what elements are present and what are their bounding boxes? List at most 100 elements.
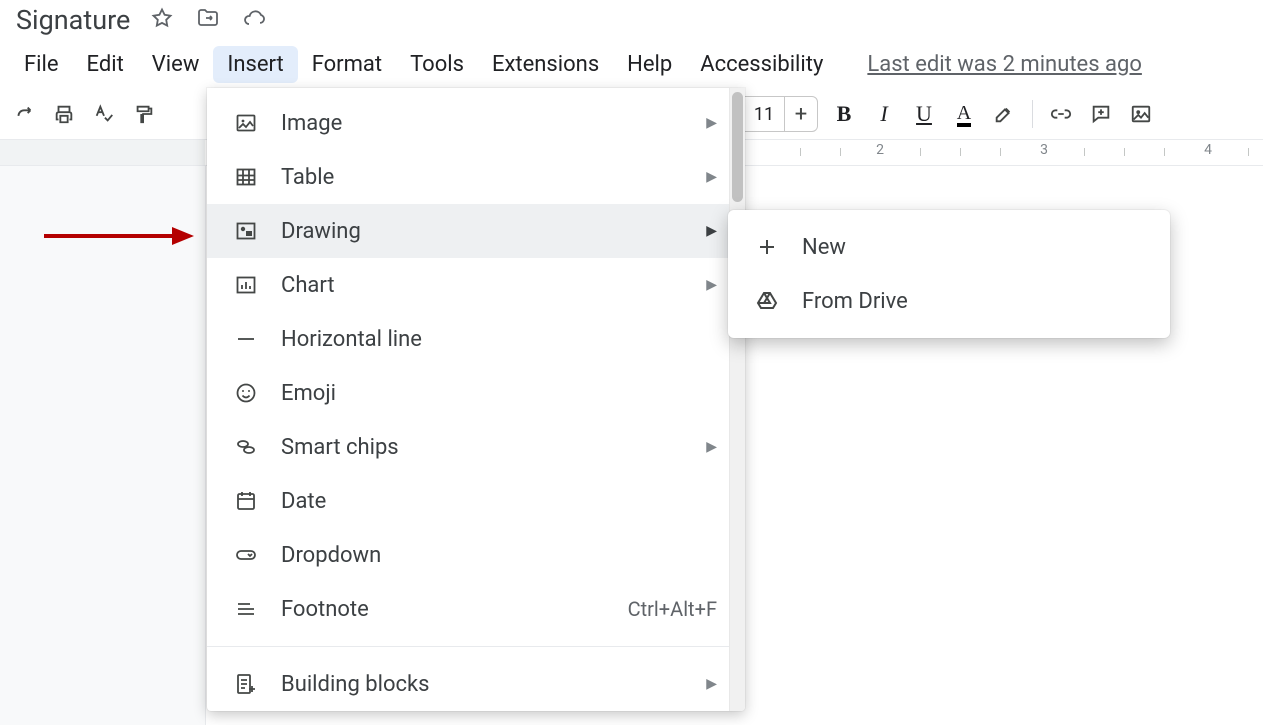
ruler-left-margin [0,140,205,165]
insert-drawing-item[interactable]: Drawing ▶ [207,204,745,258]
spellcheck-button[interactable] [84,94,124,134]
bold-button[interactable]: B [824,94,864,134]
menu-tools[interactable]: Tools [396,46,478,83]
insert-image-button[interactable] [1121,94,1161,134]
building-blocks-icon [233,671,259,697]
insert-link-button[interactable] [1041,94,1081,134]
menu-view[interactable]: View [138,46,214,83]
chevron-right-icon: ▶ [706,676,717,692]
menu-accessibility[interactable]: Accessibility [686,46,837,83]
italic-button[interactable]: I [864,94,904,134]
chevron-right-icon: ▶ [706,169,717,185]
footnote-icon [233,596,259,622]
menu-bar: File Edit View Insert Format Tools Exten… [0,40,1263,88]
image-icon [233,110,259,136]
toolbar-separator [1032,100,1033,128]
font-size-increase[interactable]: + [785,96,817,132]
insert-hline-item[interactable]: Horizontal line [207,312,745,366]
insert-chart-label: Chart [281,273,335,298]
ruler-mark-2: 2 [876,142,884,158]
ruler-tick [1248,148,1249,156]
bold-glyph: B [837,101,852,127]
plus-icon [754,234,780,260]
italic-glyph: I [880,101,887,127]
insert-building-blocks-label: Building blocks [281,672,430,697]
drawing-submenu: New From Drive [728,210,1170,338]
menu-extensions[interactable]: Extensions [478,46,613,83]
insert-footnote-label: Footnote [281,597,369,622]
ruler-tick [1164,148,1165,156]
print-button[interactable] [44,94,84,134]
insert-date-item[interactable]: Date [207,474,745,528]
insert-drawing-label: Drawing [281,219,361,244]
insert-table-item[interactable]: Table ▶ [207,150,745,204]
calendar-icon [233,488,259,514]
dropdown-icon [233,542,259,568]
drawing-new-label: New [802,235,846,260]
drawing-new-item[interactable]: New [728,220,1170,274]
insert-table-label: Table [281,165,334,190]
dropdown-scroll-thumb[interactable] [732,92,743,202]
title-icon-group [150,6,266,34]
doc-title[interactable]: Signature [16,4,130,36]
last-edit-link[interactable]: Last edit was 2 minutes ago [867,52,1142,77]
ruler-tick [1084,148,1085,156]
ruler-tick [960,148,961,156]
menu-file[interactable]: File [10,46,73,83]
insert-image-item[interactable]: Image ▶ [207,96,745,150]
ruler-tick [1124,148,1125,156]
text-color-button[interactable]: A [944,94,984,134]
menu-help[interactable]: Help [613,46,686,83]
insert-smart-chips-item[interactable]: Smart chips ▶ [207,420,745,474]
chart-icon [233,272,259,298]
ruler-tick [800,148,801,156]
underline-glyph: U [916,101,932,127]
smart-chips-icon [233,434,259,460]
insert-date-label: Date [281,489,326,514]
menu-format[interactable]: Format [298,46,396,83]
ruler-tick [920,148,921,156]
drive-icon [754,288,780,314]
horizontal-line-icon [233,326,259,352]
cloud-status-icon[interactable] [242,6,266,34]
dropdown-scrollbar[interactable] [729,88,745,711]
paint-format-button[interactable] [124,94,164,134]
menu-separator [207,646,745,647]
ruler-mark-4: 4 [1204,142,1212,158]
drawing-icon [233,218,259,244]
move-icon[interactable] [196,6,220,34]
insert-smart-chips-label: Smart chips [281,435,399,460]
highlight-color-button[interactable] [984,94,1024,134]
underline-button[interactable]: U [904,94,944,134]
chevron-right-icon: ▶ [706,115,717,131]
insert-emoji-label: Emoji [281,381,336,406]
drawing-from-drive-item[interactable]: From Drive [728,274,1170,328]
menu-edit[interactable]: Edit [73,46,138,83]
insert-image-label: Image [281,111,342,136]
chevron-right-icon: ▶ [706,223,717,239]
emoji-icon [233,380,259,406]
font-size-value[interactable]: 11 [743,96,785,132]
star-icon[interactable] [150,6,174,34]
title-row: Signature [0,0,1263,40]
insert-dropdown: Image ▶ Table ▶ Drawing ▶ Chart ▶ [207,88,745,711]
table-icon [233,164,259,190]
insert-emoji-item[interactable]: Emoji [207,366,745,420]
ruler-mark-3: 3 [1040,142,1048,158]
insert-dropdown-item[interactable]: Dropdown [207,528,745,582]
insert-building-blocks-item[interactable]: Building blocks ▶ [207,657,745,711]
chevron-right-icon: ▶ [706,277,717,293]
insert-footnote-item[interactable]: Footnote Ctrl+Alt+F [207,582,745,636]
redo-button[interactable] [4,94,44,134]
add-comment-button[interactable] [1081,94,1121,134]
ruler-tick [1000,148,1001,156]
text-color-glyph: A [957,102,971,124]
insert-hline-label: Horizontal line [281,327,422,352]
ruler-tick [840,148,841,156]
insert-footnote-shortcut: Ctrl+Alt+F [628,597,717,621]
insert-dropdown-label: Dropdown [281,543,381,568]
chevron-right-icon: ▶ [706,439,717,455]
drawing-from-drive-label: From Drive [802,289,908,314]
menu-insert[interactable]: Insert [213,46,297,83]
insert-chart-item[interactable]: Chart ▶ [207,258,745,312]
